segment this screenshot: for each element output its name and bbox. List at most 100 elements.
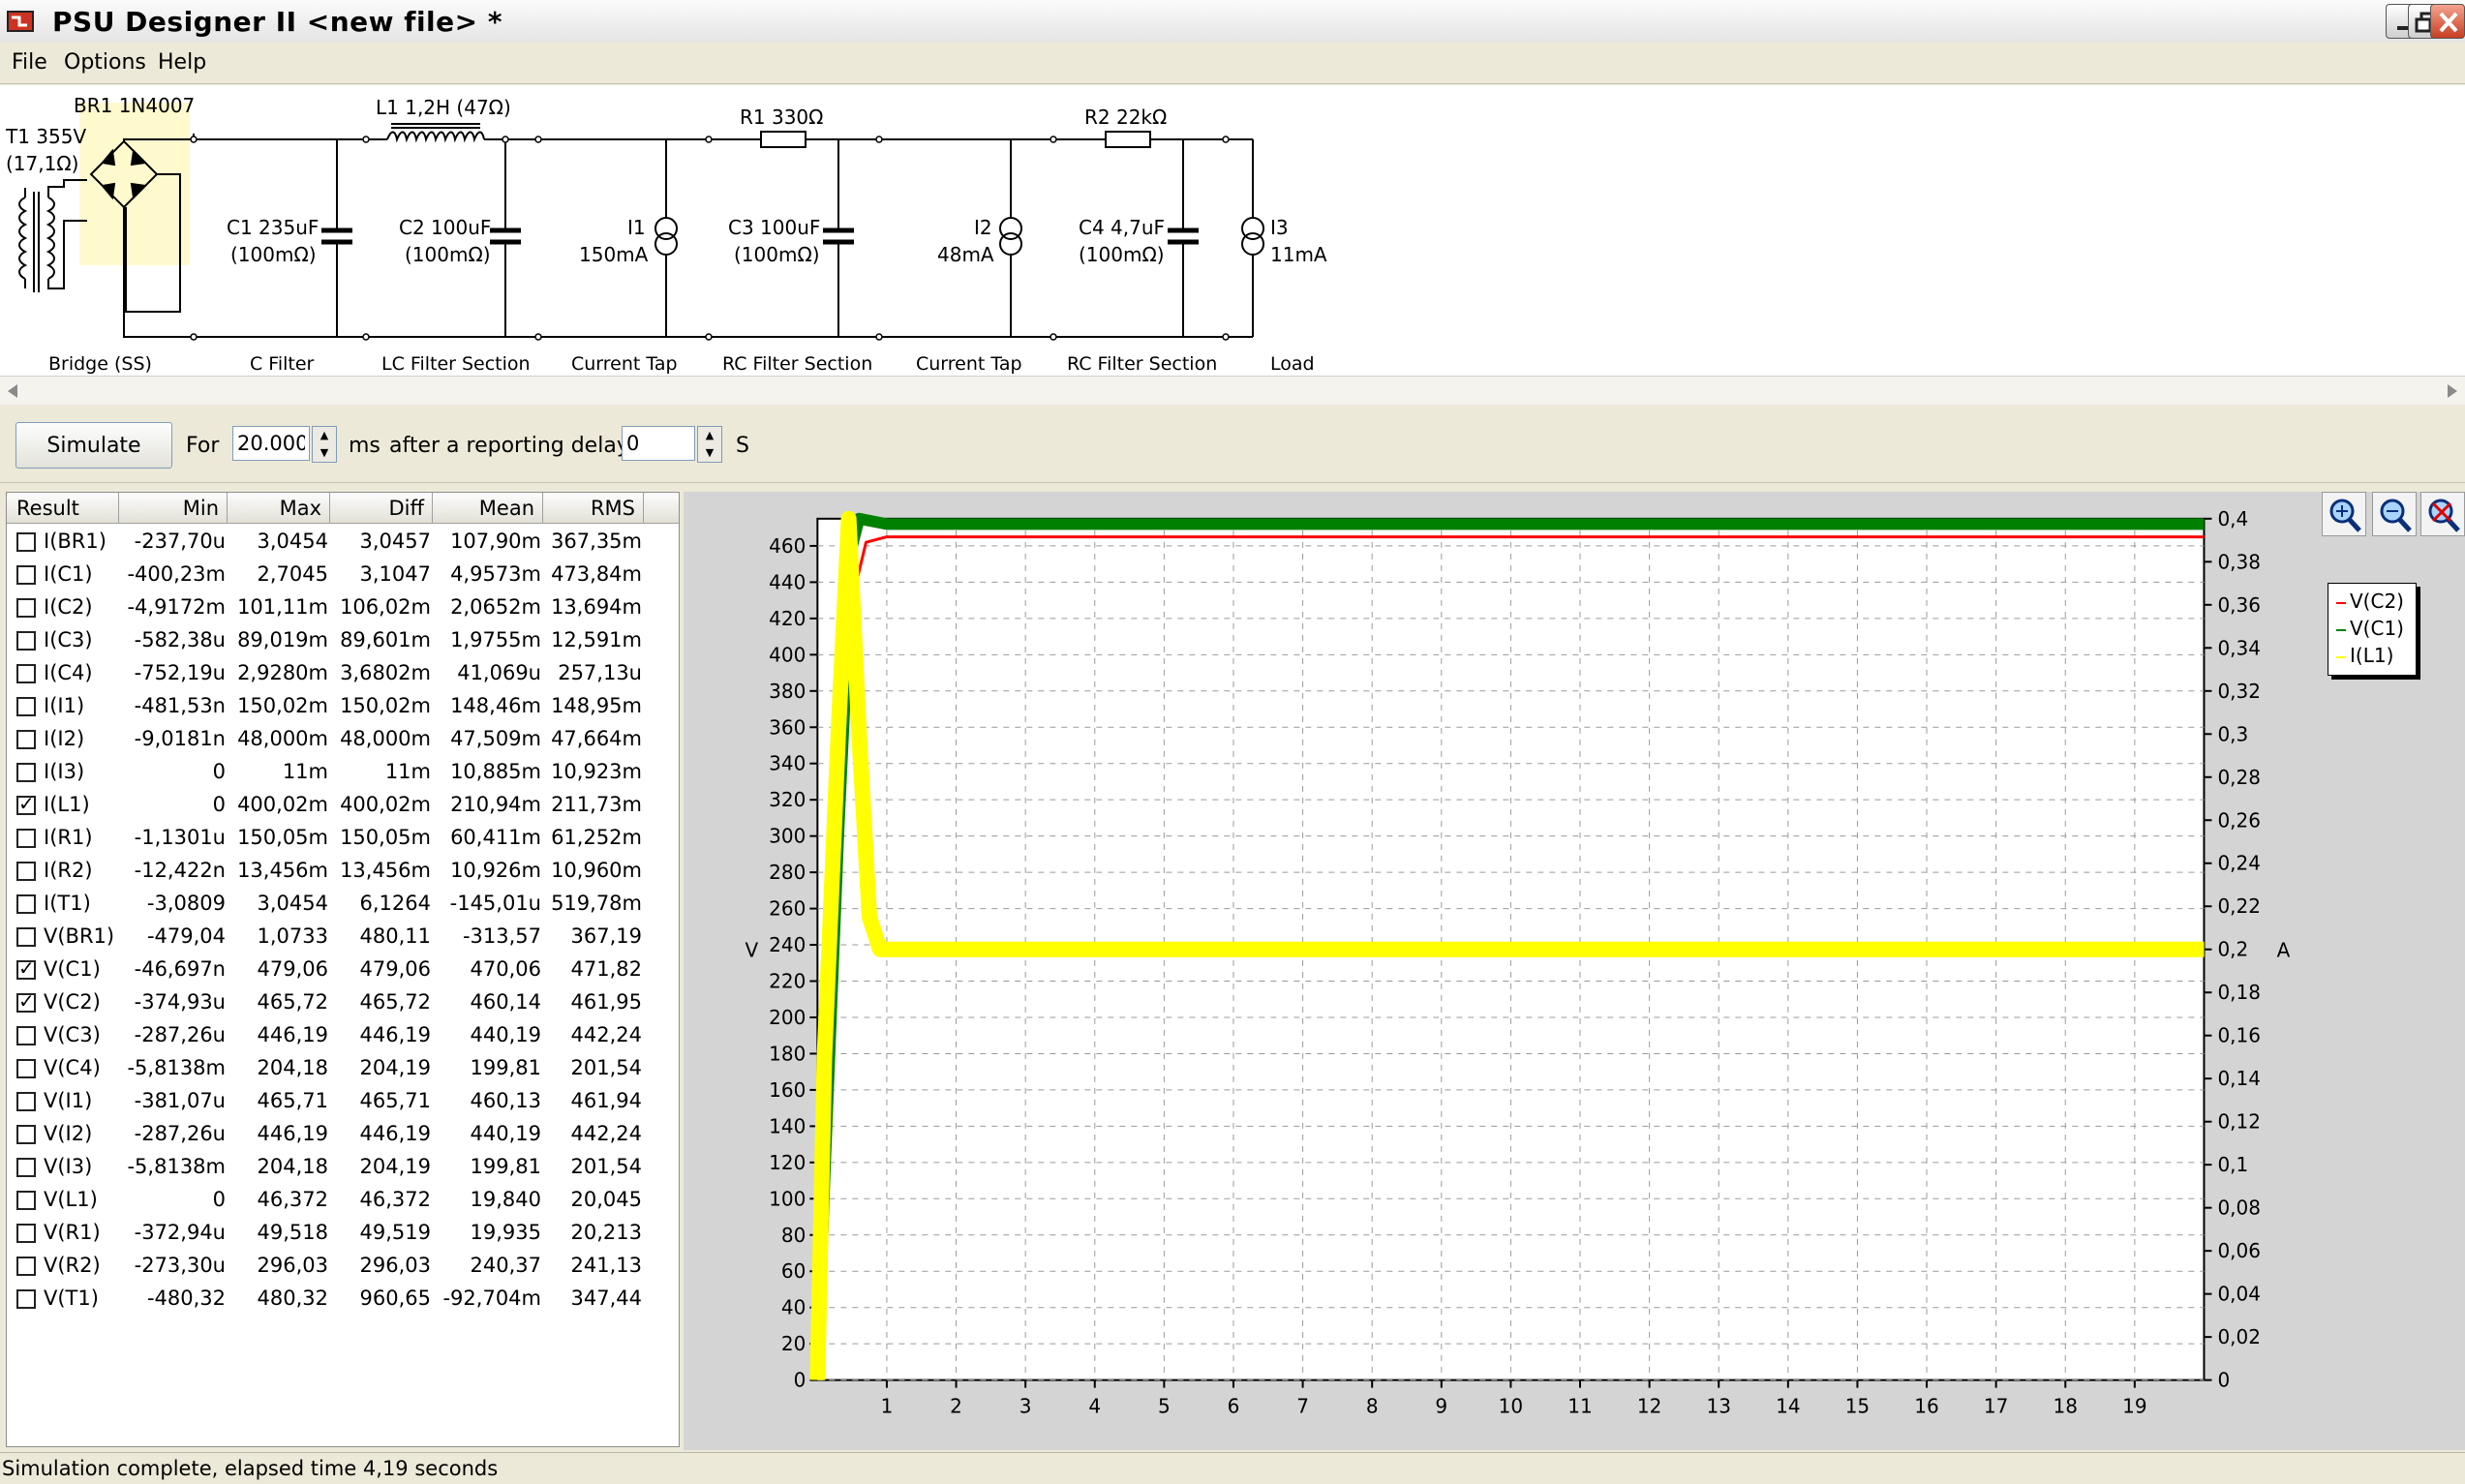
result-mean: 41,069u bbox=[457, 661, 541, 684]
results-row[interactable]: V(L1) 0 46,372 46,372 19,840 20,045 bbox=[7, 1184, 679, 1217]
current-source-i3-symbol[interactable] bbox=[1241, 139, 1264, 337]
result-checkbox[interactable] bbox=[16, 565, 36, 585]
result-checkbox[interactable] bbox=[16, 1125, 36, 1144]
zoom-reset-button[interactable] bbox=[2420, 492, 2465, 536]
result-checkbox[interactable] bbox=[16, 1257, 36, 1276]
result-min: -5,8138m bbox=[127, 1155, 226, 1178]
close-button[interactable] bbox=[2430, 4, 2465, 39]
col-result[interactable]: Result bbox=[7, 493, 119, 524]
inductor-symbol[interactable] bbox=[386, 123, 485, 143]
results-row[interactable]: V(T1) -480,32 480,32 960,65 -92,704m 347,44 bbox=[7, 1283, 679, 1316]
results-row[interactable]: I(I3) 0 11m 11m 10,885m 10,923m bbox=[7, 756, 679, 789]
result-checkbox[interactable] bbox=[16, 730, 36, 749]
resistor-r2-symbol[interactable] bbox=[1105, 131, 1151, 148]
results-row[interactable]: I(R1) -1,1301u 150,05m 150,05m 60,411m 61,252… bbox=[7, 822, 679, 855]
results-row[interactable]: V(I1) -381,07u 465,71 465,71 460,13 461,94 bbox=[7, 1085, 679, 1118]
result-checkbox[interactable] bbox=[16, 1158, 36, 1177]
results-row[interactable]: V(I2) -287,26u 446,19 446,19 440,19 442,24 bbox=[7, 1118, 679, 1151]
result-diff: 3,6802m bbox=[340, 661, 431, 684]
result-checkbox[interactable] bbox=[16, 862, 36, 881]
results-row[interactable]: I(BR1) -237,70u 3,0454 3,0457 107,90m 367,35m bbox=[7, 526, 679, 559]
menu-help[interactable]: Help bbox=[158, 50, 206, 75]
results-row[interactable]: I(I1) -481,53n 150,02m 150,02m 148,46m 148,95… bbox=[7, 690, 679, 723]
capacitor-c2-sublabel: (100mΩ) bbox=[405, 243, 491, 266]
result-checkbox[interactable] bbox=[16, 1092, 36, 1111]
result-checkbox[interactable] bbox=[16, 894, 36, 914]
result-checkbox[interactable] bbox=[16, 1289, 36, 1309]
schematic-horizontal-scrollbar[interactable] bbox=[0, 376, 2465, 407]
result-checkbox[interactable] bbox=[16, 956, 36, 980]
current-source-i2-symbol[interactable] bbox=[999, 139, 1022, 337]
result-checkbox[interactable] bbox=[16, 829, 36, 848]
x-tick-label: 13 bbox=[1706, 1395, 1730, 1418]
result-checkbox[interactable] bbox=[16, 631, 36, 651]
result-rms: 461,95 bbox=[570, 990, 642, 1014]
results-row[interactable]: V(R2) -273,30u 296,03 296,03 240,37 241,13 bbox=[7, 1250, 679, 1283]
result-checkbox[interactable] bbox=[16, 927, 36, 947]
results-row[interactable]: V(C4) -5,8138m 204,18 204,19 199,81 201,54 bbox=[7, 1052, 679, 1085]
results-row[interactable]: I(C1) -400,23m 2,7045 3,1047 4,9573m 473,84m bbox=[7, 559, 679, 591]
results-row[interactable]: V(C1) -46,697n 479,06 479,06 470,06 471,82 bbox=[7, 954, 679, 986]
x-tick-label: 19 bbox=[2122, 1395, 2146, 1418]
result-rms: 10,923m bbox=[551, 760, 642, 783]
result-checkbox[interactable] bbox=[16, 697, 36, 716]
schematic-canvas[interactable]: BR1 1N4007 T1 355V (17,1Ω) L1 1,2H (47Ω)… bbox=[0, 85, 2465, 376]
col-max[interactable]: Max bbox=[228, 493, 330, 524]
duration-input[interactable] bbox=[232, 426, 310, 461]
results-row[interactable]: I(L1) 0 400,02m 400,02m 210,94m 211,73m bbox=[7, 789, 679, 822]
menu-file[interactable]: File bbox=[12, 50, 47, 75]
result-checkbox[interactable] bbox=[16, 1224, 36, 1243]
result-checkbox[interactable] bbox=[16, 1059, 36, 1078]
current-source-i1-symbol[interactable] bbox=[654, 139, 678, 337]
result-checkbox[interactable] bbox=[16, 1191, 36, 1210]
result-min: -5,8138m bbox=[127, 1056, 226, 1079]
results-row[interactable]: I(C2) -4,9172m 101,11m 106,02m 2,0652m 13,694… bbox=[7, 591, 679, 624]
result-name: I(R1) bbox=[44, 826, 93, 849]
results-table[interactable]: Result Min Max Diff Mean RMS I(BR1) -237,… bbox=[6, 492, 680, 1447]
results-row[interactable]: V(R1) -372,94u 49,518 49,519 19,935 20,213 bbox=[7, 1217, 679, 1250]
delay-input[interactable] bbox=[622, 426, 695, 461]
capacitor-c3-symbol[interactable] bbox=[823, 139, 854, 337]
result-mean: 19,935 bbox=[470, 1221, 541, 1244]
results-row[interactable]: I(C4) -752,19u 2,9280m 3,6802m 41,069u 257,13… bbox=[7, 657, 679, 690]
zoom-out-button[interactable] bbox=[2372, 492, 2417, 536]
col-rms[interactable]: RMS bbox=[543, 493, 644, 524]
duration-spinner[interactable]: ▲ ▼ bbox=[312, 426, 337, 463]
results-row[interactable]: V(I3) -5,8138m 204,18 204,19 199,81 201,54 bbox=[7, 1151, 679, 1184]
results-row[interactable]: I(T1) -3,0809 3,0454 6,1264 -145,01u 519,78m bbox=[7, 888, 679, 921]
result-checkbox[interactable] bbox=[16, 532, 36, 552]
delay-spinner[interactable]: ▲ ▼ bbox=[697, 426, 722, 463]
results-row[interactable]: V(C3) -287,26u 446,19 446,19 440,19 442,24 bbox=[7, 1019, 679, 1052]
zoom-in-button[interactable] bbox=[2322, 492, 2366, 536]
section-c-filter: C Filter bbox=[250, 353, 315, 375]
result-checkbox[interactable] bbox=[16, 664, 36, 683]
result-checkbox[interactable] bbox=[16, 763, 36, 782]
results-row[interactable]: I(C3) -582,38u 89,019m 89,601m 1,9755m 12,591… bbox=[7, 624, 679, 657]
results-row[interactable]: V(C2) -374,93u 465,72 465,72 460,14 461,95 bbox=[7, 986, 679, 1019]
result-checkbox[interactable] bbox=[16, 1026, 36, 1045]
result-min: -4,9172m bbox=[127, 595, 226, 619]
menu-options[interactable]: Options bbox=[64, 50, 146, 75]
col-mean[interactable]: Mean bbox=[433, 493, 543, 524]
waveform-chart[interactable]: 1 2 3 4 5 6 7 8 9 10 11 12 13 14 15 16 17 18 1902040608010… bbox=[684, 492, 2465, 1450]
transformer-symbol[interactable] bbox=[18, 179, 87, 292]
result-checkbox[interactable] bbox=[16, 598, 36, 618]
y-tick-label-right: 0,28 bbox=[2217, 766, 2261, 789]
result-max: 13,456m bbox=[237, 859, 328, 882]
result-checkbox[interactable] bbox=[16, 792, 36, 815]
col-diff[interactable]: Diff bbox=[330, 493, 433, 524]
result-max: 400,02m bbox=[237, 793, 328, 816]
result-checkbox[interactable] bbox=[16, 989, 36, 1013]
results-row[interactable]: V(BR1) -479,04 1,0733 480,11 -313,57 367,19 bbox=[7, 921, 679, 954]
resistor-r1-symbol[interactable] bbox=[760, 131, 806, 148]
simulate-button[interactable]: Simulate bbox=[15, 422, 172, 469]
result-min: -12,422n bbox=[134, 859, 226, 882]
col-min[interactable]: Min bbox=[119, 493, 228, 524]
result-rms: 367,19 bbox=[570, 924, 642, 948]
result-min: 0 bbox=[212, 760, 226, 783]
results-row[interactable]: I(I2) -9,0181n 48,000m 48,000m 47,509m 47,664… bbox=[7, 723, 679, 756]
capacitor-c4-symbol[interactable] bbox=[1168, 139, 1199, 337]
capacitor-c2-symbol[interactable] bbox=[490, 139, 521, 337]
capacitor-c1-symbol[interactable] bbox=[321, 139, 352, 337]
results-row[interactable]: I(R2) -12,422n 13,456m 13,456m 10,926m 10,960… bbox=[7, 855, 679, 888]
